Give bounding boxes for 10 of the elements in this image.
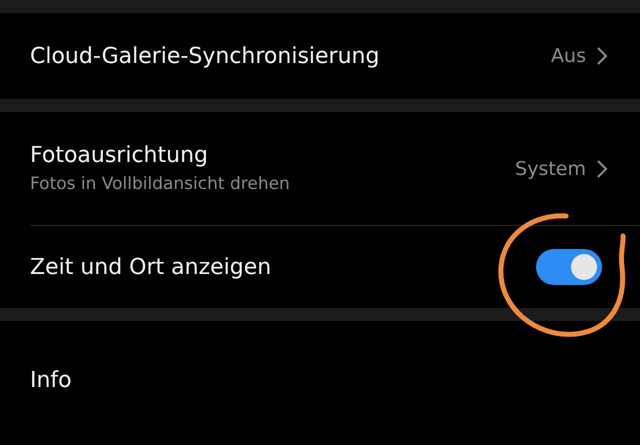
toggle-switch[interactable] [536, 249, 602, 285]
setting-title: Fotoausrichtung [30, 143, 209, 168]
setting-description: Fotos in Vollbildansicht drehen [30, 174, 291, 194]
setting-title: Info [30, 368, 73, 392]
setting-title: Zeit und Ort anzeigen [30, 254, 272, 280]
setting-value[interactable]: Aus [551, 45, 586, 67]
setting-value[interactable]: System [515, 158, 586, 180]
chevron-right-icon[interactable] [596, 158, 608, 178]
setting-title: Cloud-Galerie-Synchronisierung [30, 44, 380, 68]
chevron-right-icon[interactable] [596, 46, 608, 66]
